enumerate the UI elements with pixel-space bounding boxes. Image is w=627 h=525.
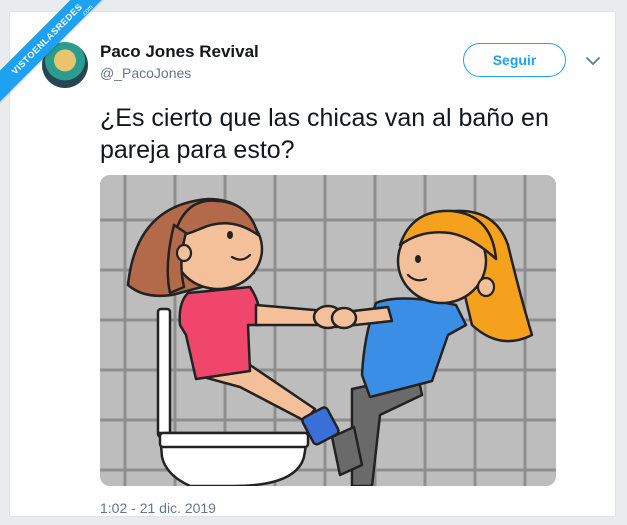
author-name[interactable]: Paco Jones Revival xyxy=(100,42,259,62)
author-handle[interactable]: @_PacoJones xyxy=(100,65,191,81)
chevron-down-icon[interactable] xyxy=(584,54,602,68)
tweet-text: ¿Es cierto que las chicas van al baño en… xyxy=(100,104,549,164)
tweet-media[interactable] xyxy=(100,175,556,486)
tweet-card: Paco Jones Revival @_PacoJones Seguir ¿E… xyxy=(10,12,615,516)
cartoon-illustration xyxy=(100,175,556,486)
follow-button[interactable]: Seguir xyxy=(463,43,566,77)
tweet-timestamp[interactable]: 1:02 - 21 dic. 2019 xyxy=(100,500,216,516)
